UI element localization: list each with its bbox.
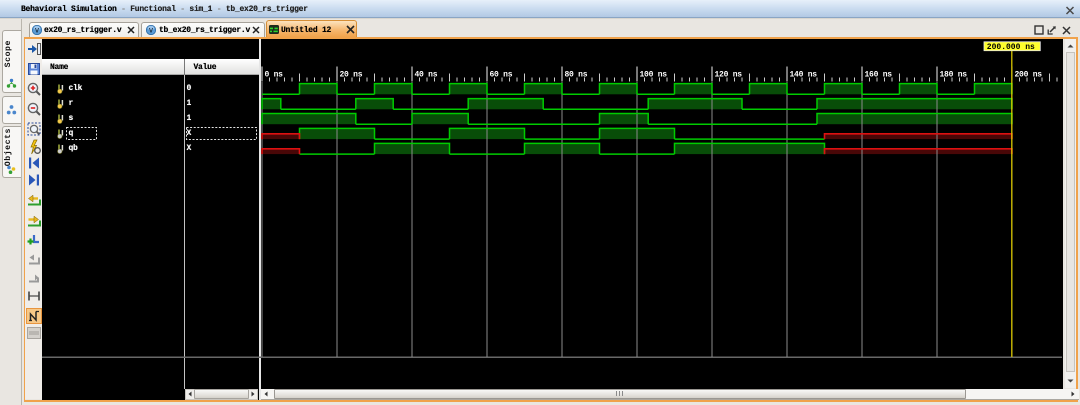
svg-text:200 ns: 200 ns bbox=[1015, 71, 1043, 80]
svg-text:180 ns: 180 ns bbox=[940, 71, 968, 80]
svg-text:100 ns: 100 ns bbox=[640, 71, 668, 80]
svg-text:80 ns: 80 ns bbox=[565, 71, 588, 80]
svg-text:200.000 ns: 200.000 ns bbox=[987, 43, 1035, 52]
svg-text:120 ns: 120 ns bbox=[715, 71, 743, 80]
svg-text:40 ns: 40 ns bbox=[415, 71, 438, 80]
svg-text:20 ns: 20 ns bbox=[340, 71, 363, 80]
svg-text:160 ns: 160 ns bbox=[865, 71, 893, 80]
svg-text:140 ns: 140 ns bbox=[790, 71, 818, 80]
svg-text:60 ns: 60 ns bbox=[490, 71, 513, 80]
svg-text:0 ns: 0 ns bbox=[265, 71, 284, 80]
